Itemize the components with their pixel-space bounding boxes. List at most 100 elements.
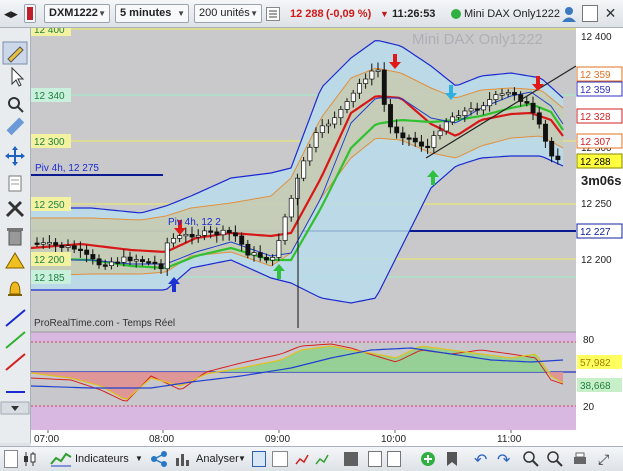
- last-update-time: 11:26:53: [392, 8, 436, 20]
- share-icon[interactable]: [150, 450, 168, 468]
- export-icon[interactable]: [4, 450, 18, 468]
- detach-window-icon[interactable]: [582, 5, 598, 22]
- x-axis-label: 08:00: [149, 434, 174, 445]
- close-icon[interactable]: ✕: [602, 5, 619, 22]
- svg-text:12 307: 12 307: [580, 137, 611, 148]
- print-icon[interactable]: [572, 451, 588, 467]
- svg-text:12 340: 12 340: [34, 91, 65, 102]
- svg-text:12 185: 12 185: [34, 273, 65, 284]
- timeframe-label: 5 minutes: [120, 7, 172, 19]
- x-axis-label: 09:00: [265, 434, 290, 445]
- bottom-toolbar: Indicateurs ▼ Analyser ▼ ↶ ↷ ⤢: [0, 446, 623, 471]
- indicator-label-80: 80: [583, 335, 595, 346]
- alert-warning-icon[interactable]: [5, 252, 25, 269]
- copy-icon[interactable]: [368, 451, 382, 467]
- redo-icon[interactable]: ↷: [497, 450, 513, 469]
- svg-text:12 359: 12 359: [580, 85, 611, 96]
- left-level-label: 12 400: [31, 28, 71, 36]
- pivot-label: Piv 4h, 12 275: [35, 163, 99, 174]
- chevron-down-icon: ▼: [250, 9, 258, 18]
- chevron-down-icon: ▼: [177, 9, 185, 18]
- drawing-toolbar: [0, 28, 31, 443]
- price-change: (-0,09 %): [326, 8, 372, 20]
- svg-text:12 227: 12 227: [580, 227, 611, 238]
- price-tag: 12 227: [576, 223, 623, 239]
- price-chart[interactable]: Mini DAX Only1222 Piv 4h, 12 275 Piv 4h,…: [31, 28, 623, 446]
- chevron-down-icon[interactable]: ▼: [135, 449, 143, 469]
- status-dot-icon: [451, 9, 461, 19]
- instrument-name: Mini DAX Only1222: [464, 8, 560, 20]
- chart-type-icon[interactable]: [22, 450, 38, 468]
- price-tag: 12 307: [576, 133, 623, 149]
- candle: [301, 157, 307, 182]
- svg-text:12 250: 12 250: [34, 200, 65, 211]
- indicator-tag: 38,668: [577, 378, 622, 392]
- list-icon[interactable]: [252, 451, 266, 467]
- x-axis-label: 11:00: [497, 434, 522, 445]
- units-selector[interactable]: 200 unités ▼: [194, 4, 262, 23]
- line-tool-red-icon[interactable]: [5, 353, 26, 371]
- x-axis-label: 07:00: [34, 434, 59, 445]
- color-swatch[interactable]: [24, 4, 36, 23]
- pivot-label-2: Piv 4h, 12 2: [168, 217, 221, 228]
- trash-icon[interactable]: [7, 228, 23, 246]
- left-level-label: 12 185: [31, 270, 71, 284]
- pencil-icon[interactable]: [2, 41, 28, 65]
- indicators-button[interactable]: Indicateurs: [75, 449, 129, 469]
- left-level-label: 12 200: [31, 252, 71, 266]
- zoom-icon[interactable]: [8, 97, 24, 113]
- drawing-toolbar-icons: [0, 41, 30, 415]
- tools-icon[interactable]: [5, 200, 25, 218]
- scroll-down-icon[interactable]: [0, 401, 30, 415]
- chevron-down-icon[interactable]: ▼: [238, 449, 246, 469]
- layout-icon[interactable]: [272, 451, 288, 467]
- zoom-out-icon[interactable]: [547, 451, 563, 467]
- fullscreen-icon[interactable]: ⤢: [598, 451, 614, 467]
- collapse-left-icon[interactable]: ◀▶: [4, 0, 18, 28]
- undo-icon[interactable]: ↶: [474, 450, 490, 469]
- current-price: 12 288: [290, 8, 324, 20]
- y-axis-label: 12 400: [581, 32, 612, 43]
- left-level-label: 12 340: [31, 88, 71, 102]
- bell-icon[interactable]: [8, 281, 22, 296]
- add-alert-icon[interactable]: [420, 451, 436, 467]
- paste-icon[interactable]: [387, 451, 401, 467]
- ruler-icon[interactable]: [6, 117, 25, 136]
- indicator-label-20: 20: [583, 402, 595, 413]
- analyze-button[interactable]: Analyser: [196, 449, 239, 469]
- user-icon[interactable]: [560, 5, 578, 23]
- symbol-selector[interactable]: DXM1222 ▼: [44, 4, 110, 23]
- move-icon[interactable]: [5, 146, 25, 166]
- time-axis: [31, 430, 623, 446]
- chart-watermark: Mini DAX Only1222: [412, 31, 543, 48]
- svg-text:12 400: 12 400: [34, 28, 65, 36]
- svg-text:57,982: 57,982: [580, 358, 611, 369]
- price-tag: 12 288: [576, 153, 623, 169]
- y-axis-label: 12 250: [581, 199, 612, 210]
- settings-icon[interactable]: [266, 7, 280, 21]
- svg-text:12 288: 12 288: [580, 157, 611, 168]
- x-axis-label: 10:00: [381, 434, 406, 445]
- cursor-icon[interactable]: [11, 66, 25, 87]
- line-tool-green-icon[interactable]: [5, 331, 26, 349]
- zoom-in-icon[interactable]: [523, 451, 539, 467]
- svg-text:38,668: 38,668: [580, 381, 611, 392]
- document-icon[interactable]: [8, 175, 22, 192]
- chevron-down-icon: ▼: [98, 9, 106, 18]
- bookmark-icon[interactable]: [446, 451, 458, 467]
- chart-credit: ProRealTime.com - Temps Réel: [34, 318, 175, 329]
- indicators-icon[interactable]: [50, 450, 72, 468]
- y-axis-label: 12 200: [581, 255, 612, 266]
- timeframe-selector[interactable]: 5 minutes ▼: [115, 4, 189, 23]
- chart-settings-icon[interactable]: [294, 450, 310, 468]
- price-tag: 12 328: [576, 108, 623, 124]
- indicator-tag: 57,982: [577, 355, 622, 369]
- palette-icon[interactable]: [344, 452, 358, 466]
- candle: [282, 213, 288, 245]
- line-tool-blue-icon[interactable]: [5, 309, 26, 327]
- analyze-icon[interactable]: [174, 450, 192, 468]
- svg-text:12 200: 12 200: [34, 255, 65, 266]
- svg-text:12 359: 12 359: [580, 70, 611, 81]
- svg-text:12 300: 12 300: [34, 137, 65, 148]
- template-icon[interactable]: [314, 450, 330, 468]
